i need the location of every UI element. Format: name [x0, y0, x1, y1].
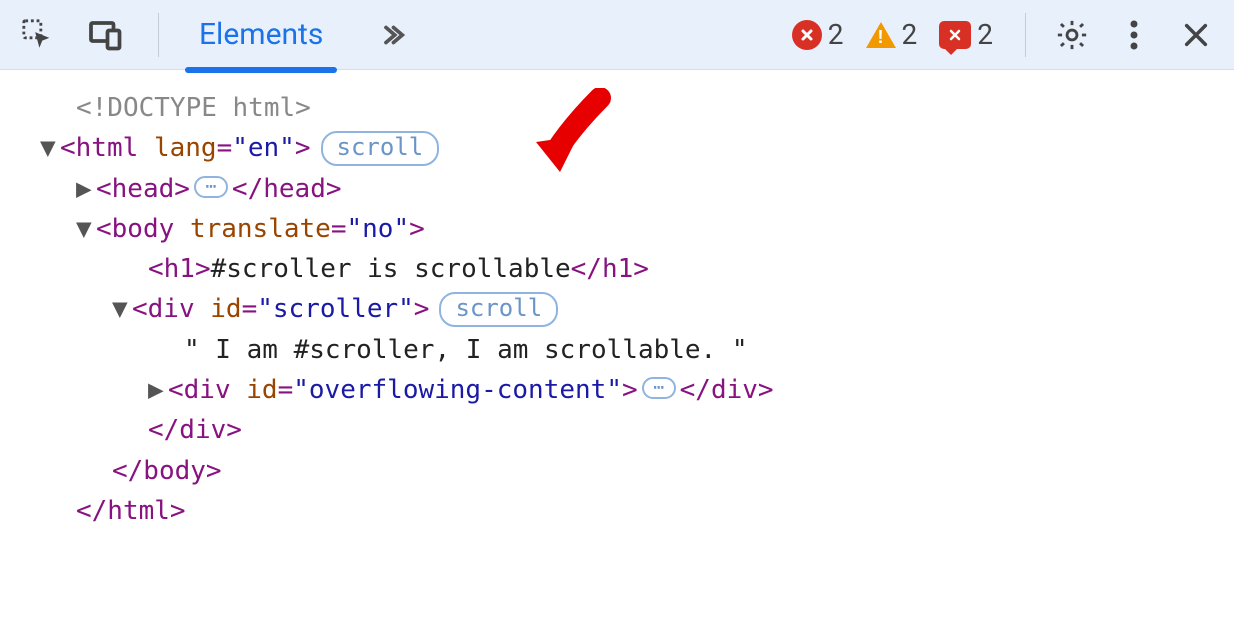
issues-count: 2 — [977, 18, 993, 51]
toolbar-left: Elements — [18, 0, 411, 70]
more-menu-icon[interactable] — [1114, 15, 1154, 55]
issues-indicator[interactable]: 2 — [939, 18, 993, 51]
scroller-text-node[interactable]: " I am #scroller, I am scrollable. " — [40, 330, 1214, 370]
disclosure-open-icon[interactable]: ▼ — [112, 289, 132, 329]
warnings-count: 2 — [902, 18, 918, 51]
disclosure-open-icon[interactable]: ▼ — [40, 128, 60, 168]
errors-indicator[interactable]: 2 — [792, 18, 844, 51]
ellipsis-icon[interactable]: ⋯ — [194, 176, 228, 198]
status-group[interactable]: 2 2 2 — [792, 18, 993, 51]
h1-node[interactable]: <h1>#scroller is scrollable</h1> — [40, 249, 1214, 289]
head-node[interactable]: ▶ <head> ⋯ </head> — [40, 169, 1214, 209]
disclosure-closed-icon[interactable]: ▶ — [76, 169, 96, 209]
html-node-open[interactable]: ▼ <html lang="en"> scroll — [40, 128, 1214, 168]
overflow-node[interactable]: ▶ <div id="overflowing-content"> ⋯ </div… — [40, 370, 1214, 410]
disclosure-open-icon[interactable]: ▼ — [76, 209, 96, 249]
toolbar-divider — [1025, 13, 1026, 57]
body-close[interactable]: </body> — [40, 451, 1214, 491]
issue-icon — [939, 21, 971, 49]
device-toggle-icon[interactable] — [86, 15, 126, 55]
close-icon[interactable] — [1176, 15, 1216, 55]
html-close[interactable]: </html> — [40, 491, 1214, 531]
toolbar-right: 2 2 2 — [792, 13, 1216, 57]
tab-elements[interactable]: Elements — [191, 0, 331, 70]
errors-count: 2 — [828, 18, 844, 51]
scroll-badge[interactable]: scroll — [321, 131, 440, 165]
devtools-toolbar: Elements 2 2 2 — [0, 0, 1234, 70]
scroller-node-open[interactable]: ▼ <div id="scroller"> scroll — [40, 289, 1214, 329]
doctype-text: <!DOCTYPE html> — [76, 88, 311, 128]
ellipsis-icon[interactable]: ⋯ — [642, 377, 676, 399]
elements-tree[interactable]: <!DOCTYPE html> ▼ <html lang="en"> scrol… — [0, 70, 1234, 531]
disclosure-closed-icon[interactable]: ▶ — [148, 370, 168, 410]
doctype-node[interactable]: <!DOCTYPE html> — [40, 88, 1214, 128]
error-icon — [792, 20, 822, 50]
scroller-close[interactable]: </div> — [40, 410, 1214, 450]
warning-icon — [866, 22, 896, 48]
scroll-badge[interactable]: scroll — [439, 292, 558, 326]
more-tabs-icon[interactable] — [371, 15, 411, 55]
body-node-open[interactable]: ▼ <body translate="no"> — [40, 209, 1214, 249]
inspect-icon[interactable] — [18, 15, 58, 55]
warnings-indicator[interactable]: 2 — [866, 18, 918, 51]
toolbar-divider — [158, 13, 159, 57]
settings-icon[interactable] — [1052, 15, 1092, 55]
